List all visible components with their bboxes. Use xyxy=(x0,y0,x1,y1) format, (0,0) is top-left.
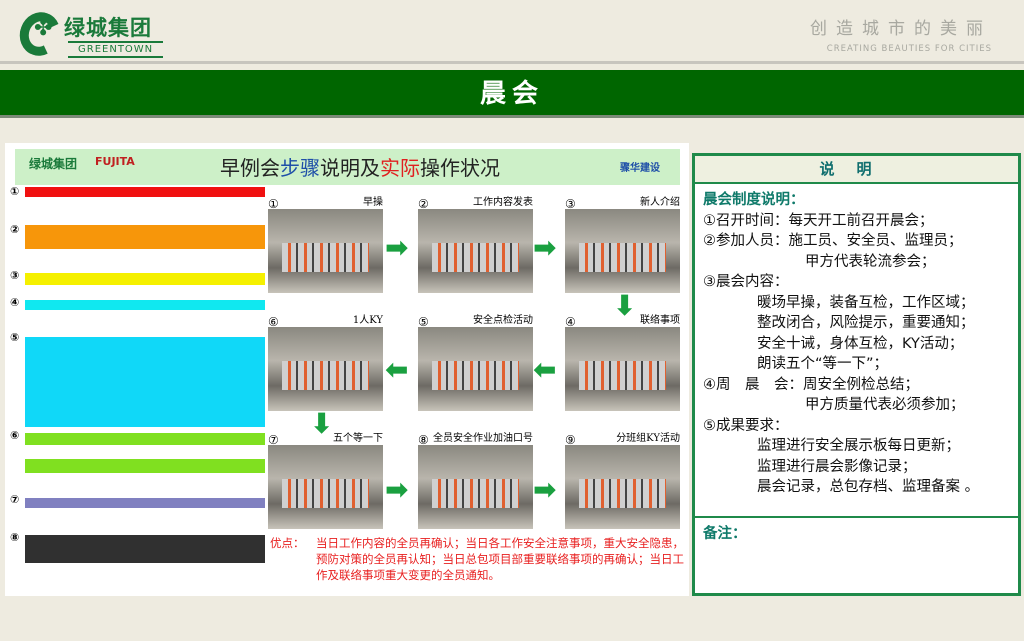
arrow-down-icon: ⬇ xyxy=(310,407,334,440)
photo xyxy=(418,209,533,293)
title-part: 早例会 xyxy=(220,156,280,180)
arrow-right-icon: ➡ xyxy=(385,473,409,506)
step-photo: ② 工作内容发表 xyxy=(418,193,533,293)
step-bar xyxy=(25,187,265,197)
merit-body: 当日工作内容的全员再确认；当日各工作安全注意事项，重大安全隐患，预防对策的全员再… xyxy=(316,536,684,582)
merit-label: 优点： xyxy=(270,536,305,550)
panel-line: 安全十诫，身体互检，KY活动； xyxy=(757,335,964,352)
photo xyxy=(268,445,383,529)
arrow-down-icon: ⬇ xyxy=(613,289,637,322)
step-label: 全员安全作业加油口号 xyxy=(433,433,533,444)
page-title: 晨会 xyxy=(0,70,1024,118)
step-bar xyxy=(25,498,265,508)
title-part: 实际 xyxy=(380,156,420,180)
figure-logo-contractor: 骤华建设 xyxy=(620,163,660,174)
step-bar xyxy=(25,300,265,310)
title-part: 说明及 xyxy=(320,156,380,180)
panel-line: 甲方代表轮流参会； xyxy=(805,253,936,270)
step-label: 联络事项 xyxy=(640,315,680,326)
slogan-en: CREATING BEAUTIES FOR CITIES xyxy=(826,44,992,54)
figure-logo-fujita: FUJITA xyxy=(95,155,135,168)
step-label: 五个等一下 xyxy=(333,433,383,444)
step-photo: ⑨ 分班组KY活动 xyxy=(565,429,680,529)
step-bar xyxy=(25,225,265,249)
panel-line: 甲方质量代表必须参加； xyxy=(805,397,965,413)
step-label: 分班组KY活动 xyxy=(616,433,680,444)
photo xyxy=(565,445,680,529)
photo xyxy=(565,209,680,293)
logo-text-cn: 绿城集团 xyxy=(64,16,152,40)
side-step-number: ③ xyxy=(10,269,20,282)
step-photo: ⑧ 全员安全作业加油口号 xyxy=(418,429,533,529)
logo-text-en: GREENTOWN xyxy=(68,41,164,58)
step-photo: ⑤ 安全点检活动 xyxy=(418,311,533,411)
photo xyxy=(268,209,383,293)
step-label: 1人KY xyxy=(352,315,383,326)
step-label: 安全点检活动 xyxy=(473,315,533,326)
photo xyxy=(565,327,680,411)
step-photo: ⑥ 1人KY xyxy=(268,311,383,411)
panel-line: 整改闭合，风险提示，重要通知； xyxy=(757,315,975,331)
photo xyxy=(268,327,383,411)
side-step-number: ① xyxy=(10,185,20,198)
side-step-number: ⑦ xyxy=(10,493,20,506)
panel-body: 晨会制度说明： ①召开时间：每天开工前召开晨会； ②参加人员：施工员、安全员、监… xyxy=(695,184,1018,518)
step-bar xyxy=(25,273,265,285)
figure-logo-greentown: 绿城集团 xyxy=(29,157,78,171)
side-step-number: ② xyxy=(10,223,20,236)
title-part: 操作状况 xyxy=(420,156,500,180)
merit-text: 优点： 当日工作内容的全员再确认；当日各工作安全注意事项，重大安全隐患，预防对策… xyxy=(270,535,685,583)
panel-line: ④周 晨 会：周安全例检总结； xyxy=(703,376,919,393)
panel-line: 监理进行晨会影像记录； xyxy=(757,458,917,475)
explanation-panel: 说明 晨会制度说明： ①召开时间：每天开工前召开晨会； ②参加人员：施工员、安全… xyxy=(692,153,1021,596)
arrow-right-icon: ➡ xyxy=(385,231,409,264)
slogan-cn: 创造城市的美丽 xyxy=(810,19,992,39)
panel-line: ①召开时间：每天开工前召开晨会； xyxy=(703,212,934,229)
side-step-number: ⑤ xyxy=(10,331,20,344)
figure-header: 绿城集团 FUJITA 早例会步骤说明及实际操作状况 骤华建设 xyxy=(15,149,680,185)
step-label: 新人介绍 xyxy=(640,197,680,208)
panel-line: 朗读五个“等一下”； xyxy=(757,356,889,372)
arrow-right-icon: ➡ xyxy=(533,473,557,506)
header-divider xyxy=(0,61,1024,64)
side-step-number: ⑧ xyxy=(10,531,20,544)
slogan: 创造城市的美丽 CREATING BEAUTIES FOR CITIES xyxy=(810,14,992,54)
logo-clover-icon: ✤ xyxy=(34,16,53,41)
meeting-steps-figure: 绿城集团 FUJITA 早例会步骤说明及实际操作状况 骤华建设 ① ② ③ ④ … xyxy=(5,143,689,596)
note-label: 备注： xyxy=(703,526,747,542)
panel-line: 监理进行安全展示板每日更新； xyxy=(757,438,960,454)
panel-line: ⑤成果要求： xyxy=(703,417,789,434)
panel-line: 暖场早操，装备互检，工作区域； xyxy=(757,294,975,311)
photo xyxy=(418,445,533,529)
figure-title: 早例会步骤说明及实际操作状况 xyxy=(220,152,500,181)
panel-subtitle: 晨会制度说明： xyxy=(703,192,805,208)
panel-line: ②参加人员：施工员、安全员、监理员； xyxy=(703,233,963,249)
greentown-logo: ✤ 绿城集团 GREENTOWN xyxy=(13,6,165,62)
step-bar xyxy=(25,433,265,445)
panel-line: 晨会记录，总包存档、监理备案 。 xyxy=(757,479,980,495)
step-bar xyxy=(25,535,265,563)
arrow-right-icon: ➡ xyxy=(533,231,557,264)
step-photo: ① 早操 xyxy=(268,193,383,293)
step-label: 工作内容发表 xyxy=(473,197,533,208)
panel-line: ③晨会内容： xyxy=(703,274,789,290)
step-bar xyxy=(25,337,265,427)
step-photo: ③ 新人介绍 xyxy=(565,193,680,293)
arrow-left-icon: ⬅ xyxy=(385,353,409,386)
title-part: 步骤 xyxy=(280,156,320,180)
photo xyxy=(418,327,533,411)
arrow-left-icon: ⬅ xyxy=(533,353,557,386)
side-step-number: ④ xyxy=(10,296,20,309)
step-label: 早操 xyxy=(363,197,383,208)
step-bar xyxy=(25,459,265,473)
panel-title: 说明 xyxy=(695,156,1018,184)
side-step-number: ⑥ xyxy=(10,429,20,442)
